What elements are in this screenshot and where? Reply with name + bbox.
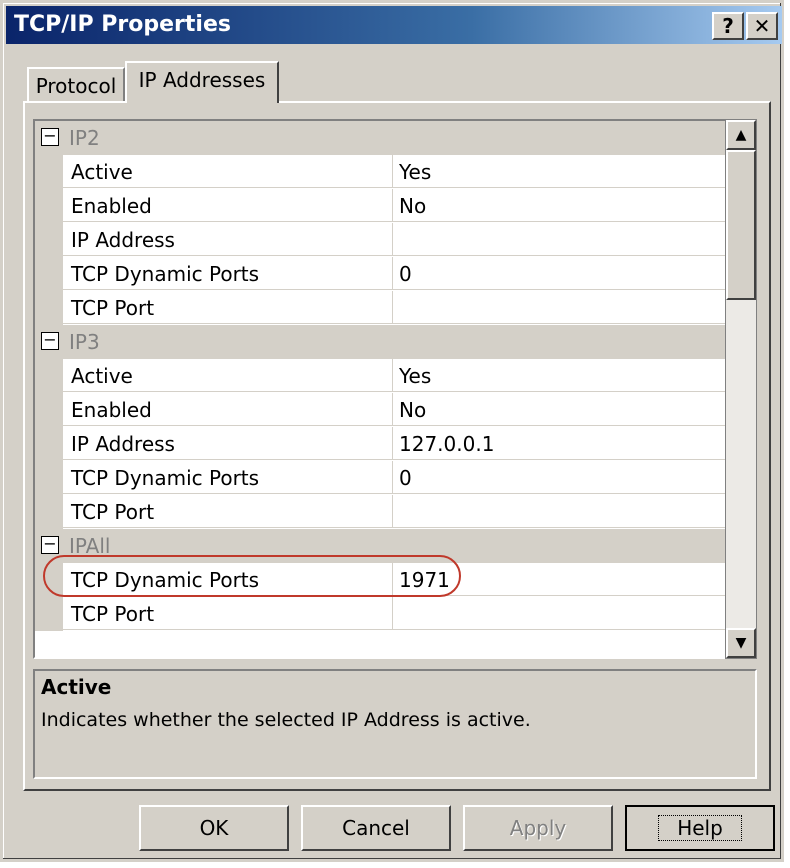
category-ipall[interactable]: − IPAll — [35, 529, 725, 563]
grid-margin — [35, 155, 63, 325]
category-ip3[interactable]: − IP3 — [35, 325, 725, 359]
help-button-label: Help — [658, 815, 742, 841]
apply-button[interactable]: Apply — [463, 805, 613, 851]
property-value[interactable]: 0 — [393, 461, 725, 494]
description-title: Active — [41, 675, 112, 699]
table-row[interactable]: Enabled No — [63, 393, 725, 427]
table-row[interactable]: IP Address 127.0.0.1 — [63, 427, 725, 461]
property-grid: − IP2 Active Yes Enabled No IP Address T… — [33, 119, 727, 659]
table-row[interactable]: Active Yes — [63, 359, 725, 393]
property-value[interactable]: No — [393, 189, 725, 222]
property-name: IP Address — [63, 427, 393, 460]
table-row[interactable]: TCP Port — [63, 291, 725, 325]
cancel-button[interactable]: Cancel — [301, 805, 451, 851]
table-row[interactable]: Enabled No — [63, 189, 725, 223]
property-name: IP Address — [63, 223, 393, 256]
property-value[interactable]: 1971 — [393, 563, 725, 596]
category-label: IP3 — [69, 330, 100, 354]
category-ip2[interactable]: − IP2 — [35, 121, 725, 155]
property-name: TCP Port — [63, 597, 393, 630]
scroll-up-icon[interactable]: ▲ — [726, 120, 756, 150]
property-name: TCP Port — [63, 291, 393, 324]
description-text: Indicates whether the selected IP Addres… — [41, 709, 531, 731]
property-value[interactable] — [393, 495, 725, 528]
property-name: TCP Dynamic Ports — [63, 461, 393, 494]
window-title: TCP/IP Properties — [14, 12, 231, 37]
grid-margin — [35, 359, 63, 529]
table-row[interactable]: TCP Port — [63, 495, 725, 529]
property-name: Enabled — [63, 393, 393, 426]
grid-margin — [35, 563, 63, 631]
table-row[interactable]: TCP Dynamic Ports 0 — [63, 257, 725, 291]
property-value[interactable]: 127.0.0.1 — [393, 427, 725, 460]
property-value[interactable]: Yes — [393, 155, 725, 188]
property-name: TCP Dynamic Ports — [63, 257, 393, 290]
table-row[interactable]: Active Yes — [63, 155, 725, 189]
property-value[interactable]: Yes — [393, 359, 725, 392]
property-name: Active — [63, 359, 393, 392]
property-name: Enabled — [63, 189, 393, 222]
property-value[interactable]: No — [393, 393, 725, 426]
help-button[interactable]: Help — [625, 805, 775, 851]
property-value[interactable] — [393, 291, 725, 324]
collapse-icon[interactable]: − — [41, 128, 59, 146]
scroll-thumb[interactable] — [726, 150, 756, 300]
vertical-scrollbar[interactable]: ▲ ▼ — [725, 119, 757, 659]
collapse-icon[interactable]: − — [41, 332, 59, 350]
property-name: Active — [63, 155, 393, 188]
property-name: TCP Dynamic Ports — [63, 563, 393, 596]
table-row[interactable]: TCP Port — [63, 597, 725, 631]
tcpip-properties-dialog: TCP/IP Properties ? ✕ Protocol IP Addres… — [0, 0, 784, 862]
collapse-icon[interactable]: − — [41, 536, 59, 554]
title-bar[interactable]: TCP/IP Properties ? ✕ — [6, 6, 782, 44]
help-icon[interactable]: ? — [712, 12, 744, 40]
table-row[interactable]: IP Address — [63, 223, 725, 257]
category-label: IP2 — [69, 126, 100, 150]
close-icon[interactable]: ✕ — [746, 12, 778, 40]
description-panel: Active Indicates whether the selected IP… — [33, 669, 757, 779]
table-row[interactable]: TCP Dynamic Ports 0 — [63, 461, 725, 495]
tab-ip-addresses[interactable]: IP Addresses — [125, 61, 279, 103]
table-row[interactable]: TCP Dynamic Ports 1971 — [63, 563, 725, 597]
category-label: IPAll — [69, 534, 111, 558]
ok-button[interactable]: OK — [139, 805, 289, 851]
property-name: TCP Port — [63, 495, 393, 528]
scroll-down-icon[interactable]: ▼ — [726, 628, 756, 658]
property-value[interactable]: 0 — [393, 257, 725, 290]
property-value[interactable] — [393, 597, 725, 630]
tab-protocol[interactable]: Protocol — [27, 67, 125, 101]
property-value[interactable] — [393, 223, 725, 256]
